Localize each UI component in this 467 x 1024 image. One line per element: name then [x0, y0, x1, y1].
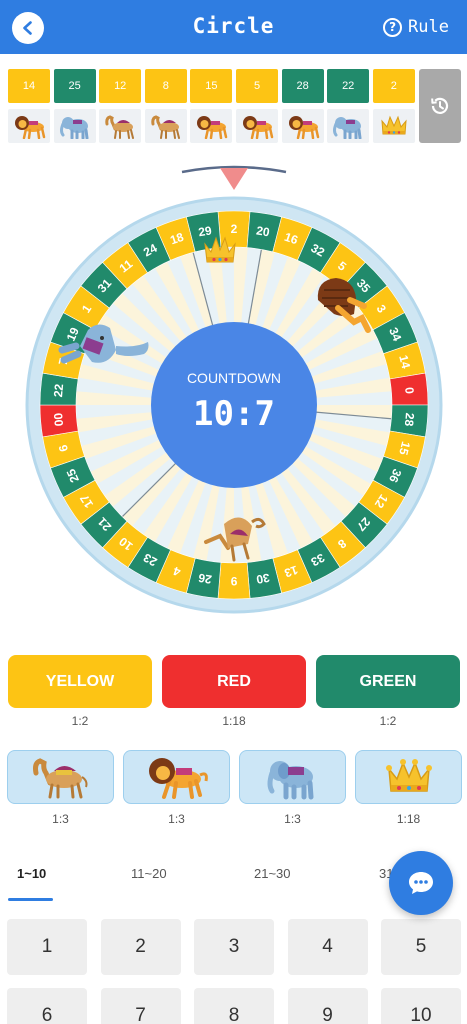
- wheel-number: 26: [197, 571, 213, 587]
- number-button[interactable]: 2: [100, 919, 181, 975]
- active-tab-indicator: [8, 898, 53, 901]
- history-number: 12: [99, 69, 142, 103]
- bet-yellow-odds: 1:2: [71, 714, 89, 728]
- crown-icon: [372, 109, 415, 143]
- history-item: 15: [190, 69, 233, 143]
- rule-button[interactable]: ? Rule: [383, 15, 449, 39]
- history-button[interactable]: [419, 69, 461, 143]
- number-button[interactable]: 1: [7, 919, 87, 975]
- number-button[interactable]: 4: [287, 919, 368, 975]
- history-number: 5: [236, 69, 278, 103]
- chat-button[interactable]: [389, 851, 453, 915]
- arrow-left-icon: [23, 21, 32, 35]
- bet-green-button[interactable]: GREEN: [316, 655, 460, 708]
- history-number: 28: [281, 69, 324, 103]
- lion-icon: [236, 109, 278, 143]
- history-number: 25: [53, 69, 96, 103]
- crown-icon: [385, 759, 432, 792]
- elephant-icon: [267, 761, 313, 800]
- history-number: 8: [144, 69, 187, 103]
- bet-camel-odds: 1:3: [52, 812, 69, 826]
- history-item: 5: [236, 69, 278, 143]
- number-button[interactable]: 9: [287, 988, 368, 1024]
- bet-elephant-odds: 1:3: [284, 812, 301, 826]
- history-number: 2: [372, 69, 415, 103]
- camel-icon: [99, 109, 142, 143]
- history-item: 28: [281, 69, 324, 143]
- bet-red-label: RED: [217, 672, 251, 690]
- bet-yellow-label: YELLOW: [45, 672, 115, 690]
- bet-red-odds: 1:18: [222, 714, 246, 728]
- wheel-number: 28: [402, 412, 417, 427]
- roulette-wheel: 2 20 1632535334140281536122783313309264231…: [25, 165, 443, 614]
- number-button[interactable]: 8: [194, 988, 274, 1024]
- tab-1-10[interactable]: 1~10: [17, 866, 46, 881]
- wheel-number: 29: [197, 223, 213, 239]
- wheel-number: 20: [255, 223, 271, 239]
- rule-label: Rule: [408, 17, 449, 37]
- history-item: 2: [372, 69, 415, 143]
- bet-lion-odds: 1:3: [168, 812, 185, 826]
- number-button[interactable]: 7: [100, 988, 181, 1024]
- elephant-icon: [53, 109, 96, 143]
- app-root: Circle ? Rule 14 25 12 8 15 5 28 22 2 2 20 16 32 5 35…: [0, 0, 467, 1024]
- camel-icon: [144, 109, 187, 143]
- bet-elephant-button[interactable]: [239, 750, 346, 804]
- wheel-number: 00: [51, 412, 66, 427]
- bet-lion-button[interactable]: [123, 750, 230, 804]
- countdown-label: COUNTDOWN: [187, 370, 281, 386]
- bet-green-label: GREEN: [359, 672, 417, 690]
- history-number: 22: [327, 69, 370, 103]
- number-button[interactable]: 6: [7, 988, 87, 1024]
- bet-crown-odds: 1:18: [396, 812, 421, 826]
- wheel-number: 30: [255, 571, 271, 587]
- question-icon: ?: [383, 17, 403, 37]
- countdown-value: 10:7: [193, 394, 275, 434]
- number-button[interactable]: 3: [194, 919, 274, 975]
- back-button[interactable]: [12, 12, 44, 44]
- history-item: 8: [144, 69, 187, 143]
- lion-icon: [190, 109, 233, 143]
- wheel-pointer: [181, 165, 287, 190]
- lion-icon: [8, 109, 50, 143]
- history-number: 15: [190, 69, 233, 103]
- history-item: 14: [8, 69, 50, 143]
- camel-icon: [32, 758, 87, 799]
- bet-yellow-button[interactable]: YELLOW: [8, 655, 152, 708]
- number-button[interactable]: 10: [381, 988, 461, 1024]
- lion-icon: [148, 758, 208, 799]
- bet-camel-button[interactable]: [7, 750, 114, 804]
- header-bar: Circle ? Rule: [0, 0, 467, 54]
- bet-green-odds: 1:2: [379, 714, 397, 728]
- history-icon: [431, 97, 449, 114]
- history-item: 25: [53, 69, 96, 143]
- history-item: 22: [327, 69, 370, 143]
- number-button[interactable]: 5: [381, 919, 461, 975]
- history-number: 14: [8, 69, 50, 103]
- wheel-number: 9: [230, 574, 237, 588]
- bet-red-button[interactable]: RED: [162, 655, 306, 708]
- wheel-number: 22: [51, 383, 66, 398]
- history-strip: 14 25 12 8 15 5 28 22 2: [8, 69, 415, 143]
- elephant-icon: [327, 109, 370, 143]
- lion-icon: [281, 109, 324, 143]
- tab-21-30[interactable]: 21~30: [254, 866, 291, 881]
- bet-crown-button[interactable]: [355, 750, 462, 804]
- history-item: 12: [99, 69, 142, 143]
- chat-bubble-icon: [409, 872, 433, 894]
- tab-11-20[interactable]: 11~20: [131, 866, 167, 881]
- wheel-number: 2: [231, 222, 238, 236]
